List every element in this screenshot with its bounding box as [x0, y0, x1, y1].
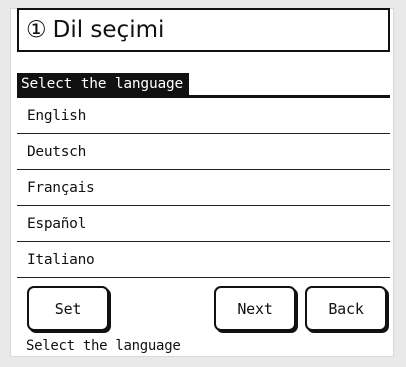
- page-title: ① Dil seçimi: [17, 8, 390, 52]
- next-button[interactable]: Next: [214, 286, 296, 331]
- status-message: Select the language: [26, 338, 181, 354]
- language-item-deutsch[interactable]: Deutsch: [17, 134, 390, 170]
- language-item-espanol[interactable]: Español: [17, 206, 390, 242]
- language-list: English Deutsch Français Español Italian…: [17, 98, 390, 278]
- step-number: ①: [26, 17, 47, 43]
- language-item-italiano[interactable]: Italiano: [17, 242, 390, 278]
- set-button[interactable]: Set: [27, 286, 109, 331]
- language-list-header: Select the language: [17, 73, 189, 95]
- back-button[interactable]: Back: [305, 286, 387, 331]
- language-item-english[interactable]: English: [17, 98, 390, 134]
- language-item-francais[interactable]: Français: [17, 170, 390, 206]
- page-title-text: Dil seçimi: [52, 17, 165, 43]
